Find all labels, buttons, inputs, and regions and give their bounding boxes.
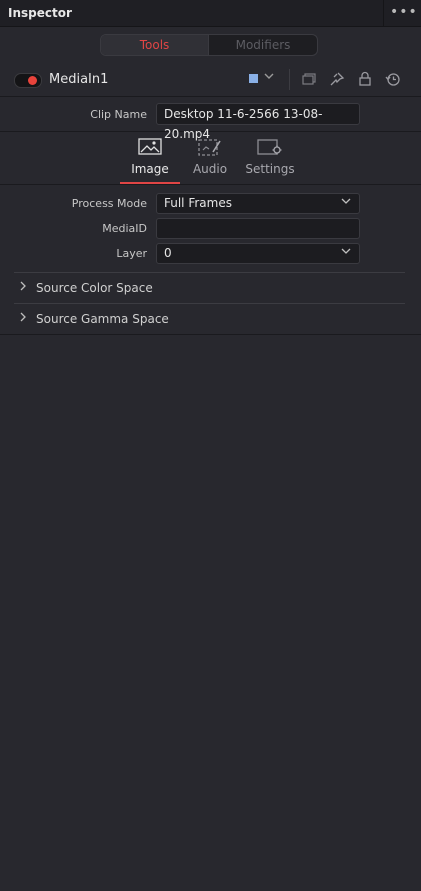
- section-label: Source Gamma Space: [36, 312, 169, 326]
- section-divider: [14, 272, 405, 273]
- tab-settings[interactable]: Settings: [240, 138, 300, 176]
- active-tab-indicator: [120, 182, 180, 184]
- header-divider: [383, 0, 384, 26]
- lock-icon[interactable]: [357, 71, 373, 87]
- source-gamma-space-section[interactable]: Source Gamma Space: [14, 305, 405, 335]
- settings-icon: [240, 138, 300, 157]
- tab-tools[interactable]: Tools: [101, 35, 209, 55]
- tab-audio[interactable]: Audio: [180, 138, 240, 176]
- tab-audio-label: Audio: [192, 162, 228, 176]
- image-icon: [120, 138, 180, 157]
- chevron-right-icon: [19, 281, 27, 294]
- inspector-header: Inspector •••: [0, 0, 421, 27]
- chevron-right-icon: [19, 312, 27, 325]
- pin-icon[interactable]: [329, 71, 345, 87]
- chevron-down-icon: [341, 244, 351, 263]
- tool-header-row: MediaIn1: [0, 64, 421, 97]
- layer-dropdown[interactable]: 0: [156, 243, 360, 264]
- audio-icon: [180, 138, 240, 157]
- source-color-space-section[interactable]: Source Color Space: [14, 274, 405, 304]
- inspector-subtabs: Image Audio Settings: [0, 132, 421, 185]
- section-divider: [14, 303, 405, 304]
- process-mode-dropdown[interactable]: Full Frames: [156, 193, 360, 214]
- process-mode-value: Full Frames: [164, 196, 232, 210]
- layer-value: 0: [164, 246, 172, 260]
- color-chip[interactable]: [249, 74, 258, 83]
- clip-name-label: Clip Name: [90, 108, 147, 121]
- tool-enable-toggle[interactable]: [14, 73, 42, 88]
- more-options-button[interactable]: •••: [390, 3, 417, 21]
- toolbar-separator: [289, 69, 290, 90]
- panel-title: Inspector: [8, 6, 72, 20]
- tab-settings-label: Settings: [245, 162, 295, 176]
- toggle-indicator: [28, 76, 37, 85]
- tab-image[interactable]: Image: [120, 138, 180, 176]
- content-bottom-divider: [0, 334, 421, 335]
- chevron-down-icon[interactable]: [264, 71, 274, 84]
- tab-modifiers[interactable]: Modifiers: [209, 35, 317, 55]
- chevron-down-icon: [341, 194, 351, 213]
- clip-name-field[interactable]: Desktop 11-6-2566 13-08-20.mp4: [156, 103, 360, 141]
- layer-label: Layer: [116, 247, 147, 260]
- media-id-label: MediaID: [102, 222, 147, 235]
- clip-name-row: Clip Name Desktop 11-6-2566 13-08-20.mp4: [0, 97, 421, 141]
- version-icon[interactable]: [301, 71, 317, 87]
- media-id-field[interactable]: [156, 218, 360, 239]
- section-label: Source Color Space: [36, 281, 153, 295]
- tool-name: MediaIn1: [49, 72, 109, 87]
- reset-icon[interactable]: [385, 71, 401, 87]
- mode-segmented-control: Tools Modifiers: [100, 34, 318, 56]
- tab-image-label: Image: [131, 162, 169, 176]
- process-mode-label: Process Mode: [71, 197, 147, 210]
